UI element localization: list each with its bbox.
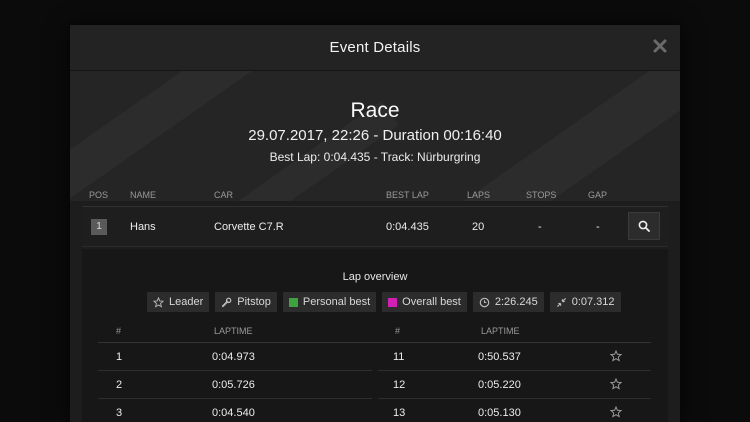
legend-personal-best: Personal best: [282, 292, 377, 312]
legend-leader-label: Leader: [169, 296, 204, 308]
lap-number: 1: [116, 351, 123, 363]
search-icon: [638, 220, 650, 232]
col-gap: GAP: [588, 190, 608, 200]
laps-header: # LAPTIME # LAPTIME: [98, 321, 651, 343]
legend-time-diff-value: 0:07.312: [571, 296, 615, 308]
star-icon[interactable]: [610, 350, 622, 362]
event-summary: Race 29.07.2017, 22:26 - Duration 00:16:…: [70, 71, 680, 164]
results-header: POS NAME CAR BEST LAP LAPS STOPS GAP: [82, 183, 668, 207]
best-lap-value: 0:04.435: [386, 221, 429, 233]
modal-header: Event Details: [70, 25, 680, 71]
lap-row: 3 0:04.540 13 0:05.130: [98, 399, 651, 422]
legend-time-diff: 0:07.312: [549, 292, 621, 312]
legend-pitstop: Pitstop: [215, 292, 277, 312]
legend-overall-best: Overall best: [382, 292, 467, 312]
lap-legend: Leader Pitstop Personal best Overall bes…: [147, 292, 621, 312]
wrench-icon: [222, 297, 232, 307]
legend-pitstop-label: Pitstop: [237, 296, 271, 308]
event-hero: Race 29.07.2017, 22:26 - Duration 00:16:…: [70, 71, 680, 201]
lap-number: 2: [116, 379, 123, 391]
stops-value: -: [538, 221, 542, 233]
lap-time: 0:50.537: [478, 351, 521, 363]
col-lap-num-left: #: [116, 326, 122, 336]
lap-number: 3: [116, 407, 123, 419]
lap-number: 12: [393, 379, 406, 391]
event-details-modal: Event Details Race 29.07.2017, 22:26 - D…: [70, 25, 680, 422]
lap-number: 13: [393, 407, 406, 419]
col-car: CAR: [214, 190, 234, 200]
col-pos: POS: [89, 190, 109, 200]
car-name: Corvette C7.R: [214, 221, 284, 233]
laps-value: 20: [472, 221, 485, 233]
gap-value: -: [596, 221, 600, 233]
legend-personal-best-label: Personal best: [302, 296, 371, 308]
personal-best-swatch: [288, 297, 298, 307]
legend-total-time-value: 2:26.245: [494, 296, 538, 308]
event-title: Race: [350, 99, 400, 122]
legend-leader: Leader: [147, 292, 210, 312]
col-lap-num-right: #: [395, 326, 401, 336]
col-laptime-left: LAPTIME: [214, 326, 253, 336]
clock-icon: [479, 297, 490, 307]
col-laptime-right: LAPTIME: [481, 326, 520, 336]
legend-overall-best-label: Overall best: [402, 296, 461, 308]
lap-row: 2 0:05.726 12 0:05.220: [98, 371, 651, 399]
star-icon[interactable]: [610, 378, 622, 390]
event-best-lap: Best Lap: 0:04.435 - Track: Nürburgring: [269, 150, 481, 164]
star-icon[interactable]: [610, 406, 622, 418]
close-icon[interactable]: [652, 38, 668, 54]
lap-time: 0:05.220: [478, 379, 521, 391]
table-row[interactable]: 1 Hans Corvette C7.R 0:04.435 20 - -: [82, 207, 668, 247]
lap-row: 1 0:04.973 11 0:50.537: [98, 343, 651, 371]
col-best-lap: BEST LAP: [386, 190, 429, 200]
lap-time: 0:04.973: [212, 351, 255, 363]
position-badge: 1: [91, 219, 107, 235]
modal-title: Event Details: [329, 39, 421, 56]
lap-overview-title: Lap overview: [342, 271, 408, 283]
event-datetime: 29.07.2017, 22:26 - Duration 00:16:40: [248, 127, 502, 144]
lap-number: 11: [393, 351, 405, 363]
overall-best-swatch: [388, 297, 398, 307]
lap-overview-panel: Lap overview Leader Pitstop Personal bes…: [82, 249, 668, 422]
star-icon: [153, 296, 164, 308]
driver-name: Hans: [130, 221, 156, 233]
lap-time: 0:04.540: [212, 407, 255, 419]
lap-details-button[interactable]: [628, 212, 660, 240]
col-name: NAME: [130, 190, 157, 200]
compress-arrows-icon: [556, 297, 566, 307]
col-laps: LAPS: [467, 190, 491, 200]
lap-time: 0:05.130: [478, 407, 521, 419]
results-table: POS NAME CAR BEST LAP LAPS STOPS GAP 1 H…: [82, 183, 668, 247]
lap-time: 0:05.726: [212, 379, 255, 391]
legend-total-time: 2:26.245: [472, 292, 544, 312]
col-stops: STOPS: [526, 190, 557, 200]
